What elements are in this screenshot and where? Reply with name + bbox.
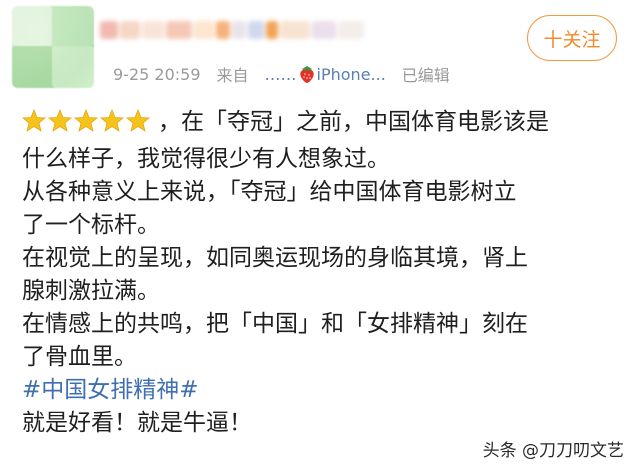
post-line: ，在「夺冠」之前，中国体育电影该是 xyxy=(21,106,622,143)
source-prefix[interactable]: …… xyxy=(265,65,297,84)
from-label: 来自 xyxy=(216,66,249,85)
star-icon xyxy=(73,108,99,132)
source-device[interactable]: iPhone... xyxy=(317,65,386,84)
strawberry-icon xyxy=(298,64,316,84)
username-obscured[interactable] xyxy=(100,14,400,46)
post-line-text: ，在「夺冠」之前，中国体育电影该是 xyxy=(158,109,549,135)
edited-label: 已编辑 xyxy=(401,66,450,85)
source-watermark: 头条 @刀刀叨文艺 xyxy=(482,441,624,461)
post-line: 在情感上的共鸣，把「中国」和「女排精神」刻在 xyxy=(22,311,528,337)
post-meta: 9-25 20:59 来自 …… iPhone... 已编辑 xyxy=(113,62,450,86)
star-icon xyxy=(47,108,73,132)
post-line: 腺刺激拉满。 xyxy=(22,278,160,304)
post-line: 从各种意义上来说，「夺冠」给中国体育电影树立 xyxy=(22,179,517,205)
star-icon xyxy=(21,108,47,132)
user-avatar[interactable] xyxy=(12,6,94,88)
star-rating xyxy=(21,108,154,143)
post-date: 9-25 20:59 xyxy=(113,64,201,84)
star-icon xyxy=(125,108,151,132)
hashtag-link[interactable]: #中国女排精神# xyxy=(22,374,622,407)
post-line: 了一个标杆。 xyxy=(22,212,160,238)
post-body: ，在「夺冠」之前，中国体育电影该是 什么样子，我觉得很少有人想象过。 从各种意义… xyxy=(21,106,622,440)
post-line: 了骨血里。 xyxy=(22,344,137,370)
post-line: 在视觉上的呈现，如同奥运现场的身临其境，肾上 xyxy=(22,245,528,271)
post-line: 什么样子，我觉得很少有人想象过。 xyxy=(22,146,390,172)
follow-button[interactable]: 十关注 xyxy=(527,15,617,61)
star-icon xyxy=(99,108,125,132)
